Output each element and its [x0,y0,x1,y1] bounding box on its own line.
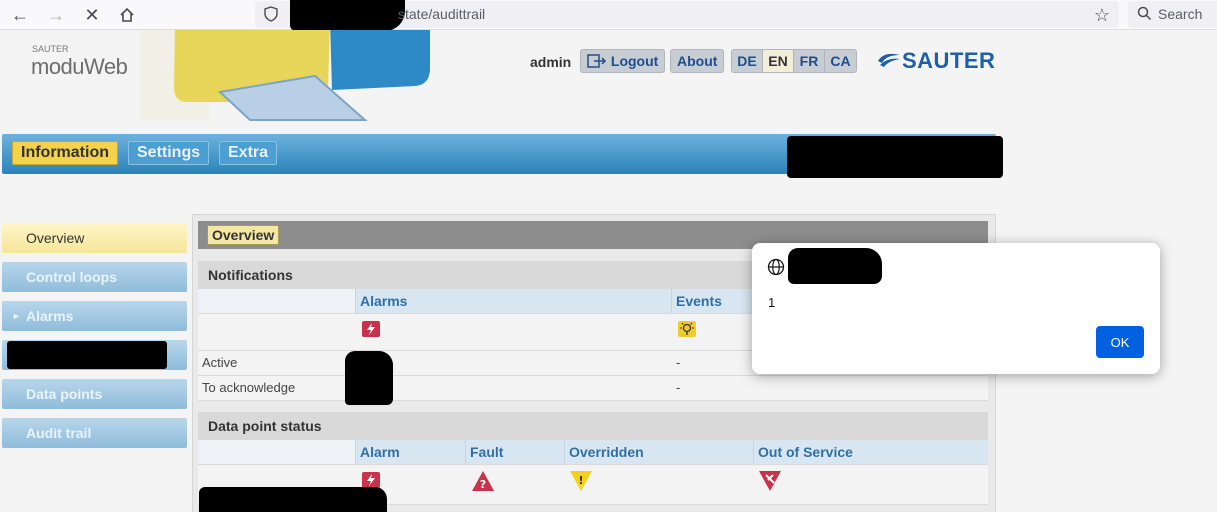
tab-extra[interactable]: Extra [219,141,278,165]
sidebar-item-overview[interactable]: Overview [2,223,187,253]
username: admin [530,54,572,70]
svg-text:?: ? [480,478,486,491]
sidebar-item-label: Audit trail [26,425,92,441]
expand-arrow-icon: ► [12,311,21,321]
fault-question-icon: ? [472,471,494,491]
brand-name: moduWeb [31,54,128,79]
redacted-datapoint-label [199,487,387,512]
about-button[interactable]: About [670,49,725,73]
tab-information[interactable]: Information [12,141,118,165]
lang-ca[interactable]: CA [825,50,856,72]
sauter-logo-text: SAUTER [902,48,996,73]
search-icon [1137,6,1152,21]
brand-small: SAUTER [32,44,69,54]
events-ack-value: - [676,380,681,395]
redacted-dialog-origin [788,248,882,284]
event-bulb-icon [678,321,696,337]
lang-en[interactable]: EN [763,50,794,72]
logout-button[interactable]: Logout [580,49,666,73]
alarm-lightning-icon [362,321,380,337]
out-of-service-icon [759,471,781,491]
language-selector: DE EN FR CA [731,49,857,73]
events-active-value: - [676,355,681,370]
logout-icon [587,54,607,68]
sidebar-item-label: Alarms [26,308,74,324]
redacted-sidebar-item [7,341,167,369]
home-icon[interactable] [115,3,139,27]
lang-fr[interactable]: FR [794,50,825,72]
lang-de[interactable]: DE [732,50,763,72]
redacted-alarm-counts [345,351,393,405]
sidebar-item-alarms[interactable]: ► Alarms [2,301,187,331]
alert-dialog: 1 OK [752,243,1160,374]
tab-settings[interactable]: Settings [128,141,210,165]
ok-button[interactable]: OK [1096,326,1144,358]
url-text[interactable]: state/audittrail [398,6,485,22]
stop-loading-icon[interactable]: ✕ [80,3,104,27]
row-label-to-acknowledge: To acknowledge [202,380,296,395]
overridden-warning-icon: ! [570,471,592,491]
row-label-active: Active [202,355,238,370]
svg-text:!: ! [578,474,583,487]
col-overridden: Overridden [564,440,753,464]
sauter-swoosh-icon [878,53,900,67]
header-decoration [140,30,430,121]
sidebar-item-data-points[interactable]: Data points [2,379,187,409]
redacted-header-info [787,136,1003,178]
logout-label: Logout [610,53,659,69]
bookmark-star-icon[interactable]: ☆ [1090,3,1114,27]
search-label[interactable]: Search [1158,6,1202,22]
col-alarms: Alarms [355,289,671,313]
redacted-url-part [290,0,405,31]
sidebar-item-label: Control loops [26,269,117,285]
sauter-logo: SAUTER [876,48,995,74]
datapoint-header-row: Alarm Fault Overridden Out of Service [198,440,988,465]
forward-arrow-icon[interactable]: → [44,3,68,27]
shield-icon[interactable] [263,6,279,22]
sidebar-item-audit-trail[interactable]: Audit trail [2,418,187,448]
back-arrow-icon[interactable]: ← [8,3,32,27]
table-row: To acknowledge - [198,376,988,401]
col-alarm: Alarm [355,440,465,464]
datapoint-status-heading: Data point status [198,412,988,440]
col-out-of-service: Out of Service [753,440,988,464]
panel-title: Overview [207,225,280,245]
globe-icon [767,258,785,276]
sidebar-item-label: Overview [26,230,85,246]
sidebar-item-control-loops[interactable]: Control loops [2,262,187,292]
dialog-message: 1 [768,295,776,310]
browser-toolbar: ← → ✕ state/audittrail ☆ Search [0,0,1217,31]
sidebar-item-label: Data points [26,386,103,402]
col-fault: Fault [465,440,564,464]
app-page: SAUTER moduWeb admin Logout About DE EN … [0,30,1217,512]
